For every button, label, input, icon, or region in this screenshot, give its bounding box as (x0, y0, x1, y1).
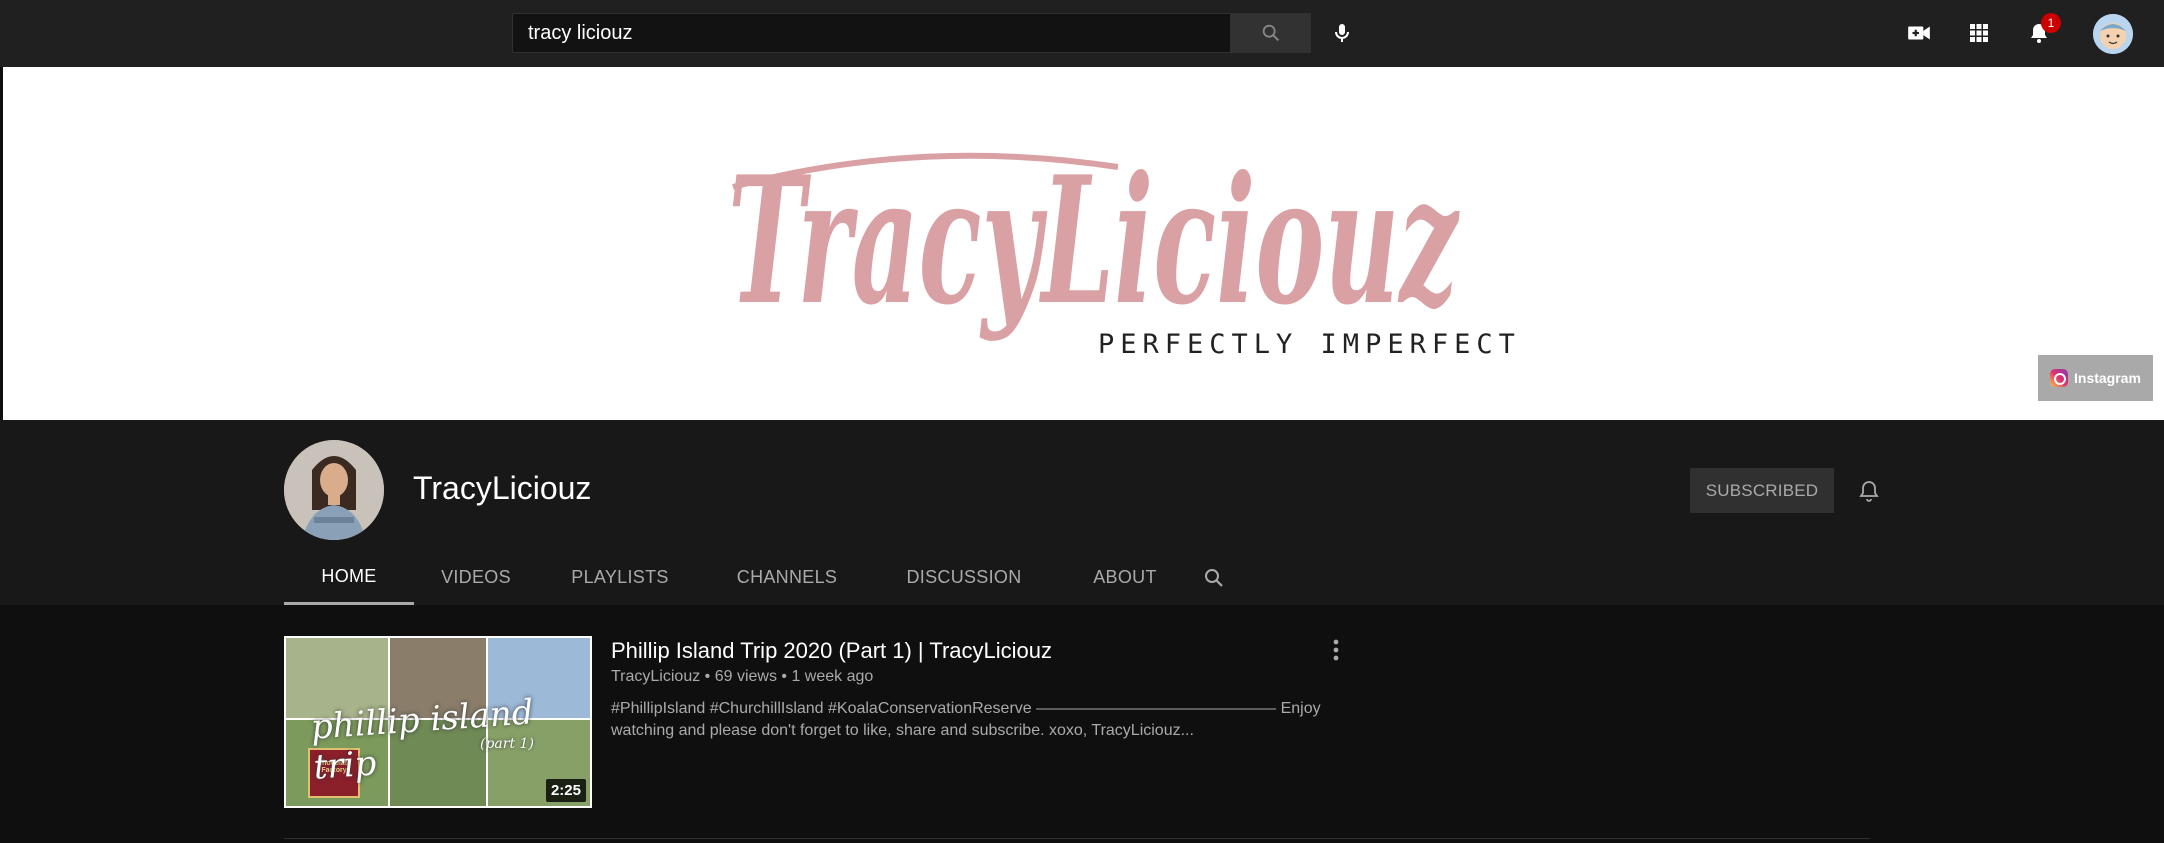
video-thumbnail[interactable]: Chocolate Factory phillip island trip (p… (284, 636, 592, 808)
microphone-icon (1335, 24, 1349, 42)
search-input[interactable] (513, 14, 1230, 52)
notification-preferences-button[interactable] (1849, 471, 1889, 511)
tab-playlists[interactable]: PLAYLISTS (538, 550, 702, 605)
account-avatar[interactable] (2093, 14, 2133, 54)
thumbnail-overlay-subtitle: (part 1) (480, 736, 534, 752)
more-vertical-icon (1333, 639, 1339, 661)
search-icon (1262, 24, 1279, 42)
search-icon (1205, 568, 1223, 587)
subscribed-button[interactable]: SUBSCRIBED (1690, 468, 1834, 513)
notification-count-badge: 1 (2041, 13, 2061, 33)
search-box[interactable] (512, 13, 1231, 53)
tab-channels[interactable]: CHANNELS (702, 550, 872, 605)
tab-discussion[interactable]: DISCUSSION (872, 550, 1056, 605)
video-title[interactable]: Phillip Island Trip 2020 (Part 1) | Trac… (611, 638, 1052, 664)
channel-header: TracyLiciouz SUBSCRIBED HOME VIDEOS PLAY… (0, 420, 2164, 605)
top-bar: 1 (0, 0, 2164, 67)
channel-search-button[interactable] (1194, 550, 1234, 605)
video-more-actions-button[interactable] (1322, 636, 1350, 664)
instagram-link-label: Instagram (2074, 370, 2141, 386)
tab-about[interactable]: ABOUT (1056, 550, 1194, 605)
banner-tagline: PERFECTLY IMPERFECT (1098, 329, 1521, 360)
notifications-button[interactable]: 1 (2019, 13, 2061, 53)
apps-grid-icon (1970, 24, 1988, 42)
channel-avatar[interactable] (284, 440, 384, 540)
video-meta: TracyLiciouz • 69 views • 1 week ago (611, 668, 874, 685)
video-description: #PhillipIsland #ChurchillIsland #KoalaCo… (611, 700, 1321, 739)
bell-outline-icon (1859, 481, 1879, 502)
channel-name: TracyLiciouz (413, 470, 592, 506)
search-button[interactable] (1231, 13, 1311, 53)
create-button[interactable] (1899, 13, 1939, 53)
channel-tabs: HOME VIDEOS PLAYLISTS CHANNELS DISCUSSIO… (284, 550, 1234, 605)
tab-home[interactable]: HOME (284, 550, 414, 605)
instagram-icon (2050, 369, 2068, 387)
create-video-icon (1908, 26, 1930, 40)
tab-videos[interactable]: VIDEOS (414, 550, 538, 605)
section-divider (284, 838, 1870, 839)
voice-search-button[interactable] (1322, 13, 1362, 53)
banner-logo-text: TracyLiciouz (728, 139, 1460, 344)
instagram-link[interactable]: Instagram (2038, 355, 2153, 401)
featured-video[interactable]: Chocolate Factory phillip island trip (p… (284, 636, 1354, 808)
video-duration: 2:25 (545, 779, 586, 802)
apps-button[interactable] (1959, 13, 1999, 53)
channel-banner: TracyLiciouz PERFECTLY IMPERFECT Instagr… (3, 67, 2164, 420)
